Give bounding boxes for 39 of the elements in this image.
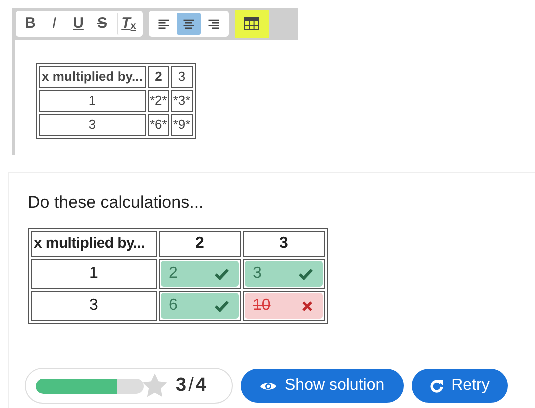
retry-button[interactable]: Retry [412, 369, 508, 403]
bold-button[interactable]: B [19, 13, 42, 35]
correct-answer: 6 [161, 293, 239, 319]
table-icon [244, 17, 260, 31]
strikethrough-button[interactable]: S [91, 13, 114, 35]
table-cell: 3 [31, 291, 157, 321]
align-center-button[interactable] [177, 13, 201, 35]
table-cell: *3* [171, 90, 193, 112]
table-header-cell: 2 [148, 66, 170, 88]
align-center-icon [182, 17, 196, 31]
align-right-icon [207, 17, 221, 31]
eye-icon [260, 380, 277, 392]
table-header-cell: 3 [243, 231, 325, 257]
check-icon [215, 300, 229, 312]
table-header-cell: 2 [159, 231, 241, 257]
check-icon [299, 268, 313, 280]
wrong-answer: 10 [245, 293, 323, 319]
table-cell: 1 [31, 259, 157, 289]
table-header-cell: x multiplied by... [31, 231, 157, 257]
table-cell: *2* [148, 90, 170, 112]
correct-answer: 2 [161, 261, 239, 287]
table-button[interactable] [235, 10, 269, 38]
instruction-text: Do these calculations... [28, 192, 205, 214]
score-text: 3/4 [176, 374, 206, 398]
table-cell: 1 [39, 90, 146, 112]
cross-icon [302, 300, 313, 312]
table-header-cell: 3 [171, 66, 193, 88]
show-solution-button[interactable]: Show solution [241, 369, 404, 403]
table-cell: *9* [171, 114, 193, 136]
table-header-cell: x multiplied by... [39, 66, 146, 88]
italic-button[interactable]: I [43, 13, 66, 35]
refresh-icon [430, 379, 444, 393]
check-icon [215, 268, 229, 280]
correct-answer: 3 [245, 261, 323, 287]
table-cell: *6* [148, 114, 170, 136]
align-left-icon [157, 17, 171, 31]
underline-button[interactable]: U [67, 13, 90, 35]
clear-format-button[interactable]: T$_{x}$ [117, 13, 140, 35]
table-cell: 3 [39, 114, 146, 136]
